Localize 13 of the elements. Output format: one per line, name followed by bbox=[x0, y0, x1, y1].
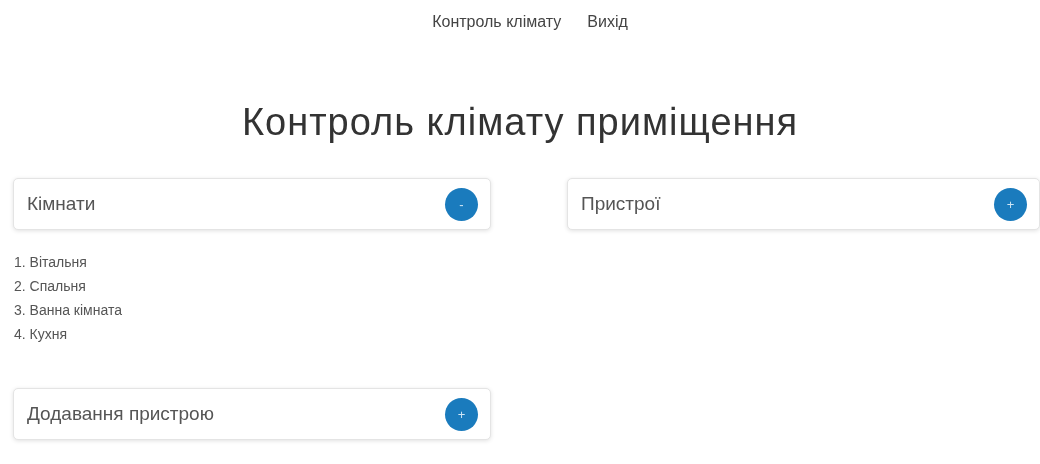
panel-title: Додавання пристрою bbox=[27, 403, 214, 425]
room-item[interactable]: 3. Ванна кімната bbox=[14, 298, 491, 322]
nav-link[interactable]: Контроль клімату bbox=[432, 12, 562, 32]
nav-link[interactable]: Вихід bbox=[587, 12, 628, 32]
page-title: Контроль клімату приміщення bbox=[240, 100, 800, 145]
room-item[interactable]: 2. Спальня bbox=[14, 274, 491, 298]
toggle-button[interactable]: + bbox=[445, 397, 478, 431]
toggle-button[interactable]: + bbox=[994, 187, 1027, 221]
panel-title: Кімнати bbox=[27, 193, 96, 215]
panel-title: Пристрої bbox=[581, 193, 661, 215]
toggle-button[interactable]: - bbox=[445, 187, 478, 221]
room-item[interactable]: 4. Кухня bbox=[14, 322, 491, 346]
room-item[interactable]: 1. Вітальня bbox=[14, 250, 491, 274]
